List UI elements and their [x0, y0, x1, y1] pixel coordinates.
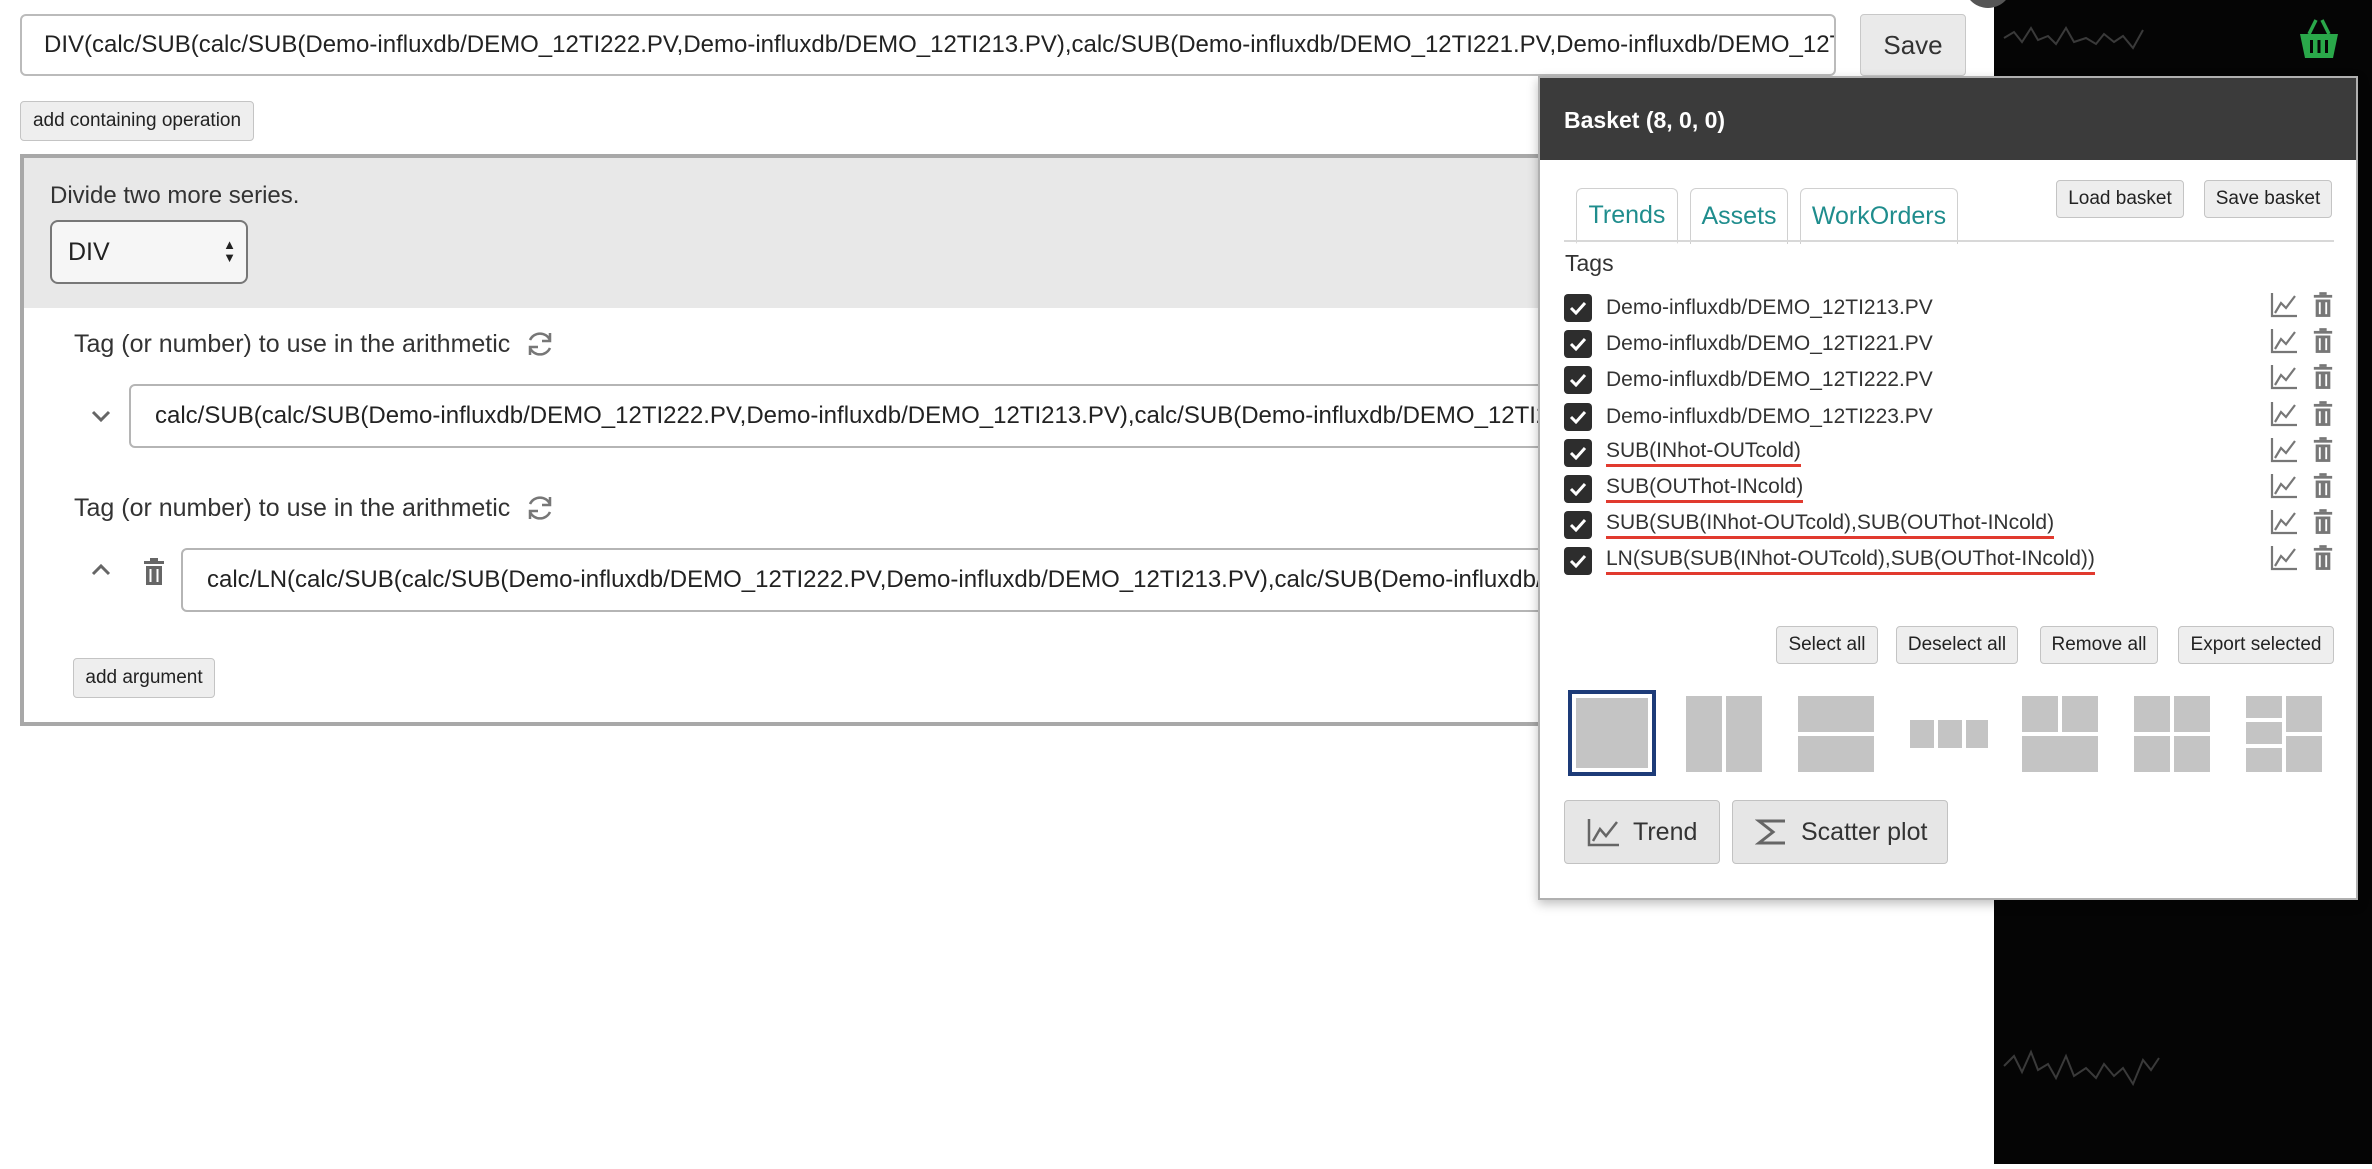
add-argument-button[interactable]: add argument — [73, 658, 215, 698]
trash-icon[interactable] — [2312, 545, 2334, 571]
trend-chart-icon[interactable] — [2270, 292, 2298, 318]
argument-1-label: Tag (or number) to use in the arithmetic — [74, 328, 556, 360]
layout-three-columns[interactable] — [1910, 690, 1998, 776]
operation-panel: Divide two more series. DIV ▲ ▼ Tag (or n… — [20, 154, 1620, 726]
trash-icon[interactable] — [2312, 473, 2334, 499]
operation-select-value: DIV — [68, 237, 110, 266]
deselect-all-button[interactable]: Deselect all — [1896, 626, 2018, 664]
layout-top-split-bottom-full[interactable] — [2022, 690, 2110, 776]
trend-chart-icon[interactable] — [2270, 545, 2298, 571]
trend-chart-icon[interactable] — [2270, 509, 2298, 535]
trash-icon[interactable] — [2312, 436, 2334, 463]
shopping-basket-icon — [2300, 19, 2338, 58]
tag-name: Demo-influxdb/DEMO_12TI222.PV — [1606, 368, 1933, 392]
operation-select[interactable]: DIV ▲ ▼ — [50, 220, 248, 284]
trash-icon[interactable] — [2312, 292, 2334, 318]
tag-checkbox[interactable] — [1564, 330, 1592, 359]
layout-single[interactable] — [1568, 690, 1656, 776]
scatter-plot-button[interactable]: Scatter plot — [1732, 800, 1948, 864]
remove-all-button[interactable]: Remove all — [2040, 626, 2158, 664]
basket-icon[interactable] — [2294, 14, 2344, 64]
refresh-icon[interactable] — [524, 492, 556, 524]
tag-checkbox[interactable] — [1564, 402, 1592, 431]
checkmark-icon — [1569, 301, 1587, 315]
argument-2-label: Tag (or number) to use in the arithmetic — [74, 492, 556, 524]
basket-header: Basket (8, 0, 0) — [1540, 78, 2356, 160]
tag-name: Demo-influxdb/DEMO_12TI223.PV — [1606, 404, 1933, 428]
select-all-button[interactable]: Select all — [1776, 626, 1878, 664]
expression-input[interactable]: DIV(calc/SUB(calc/SUB(Demo-influxdb/DEMO… — [20, 14, 1836, 76]
trash-icon[interactable] — [2312, 400, 2334, 427]
tag-checkbox[interactable] — [1564, 475, 1592, 503]
load-basket-button[interactable]: Load basket — [2056, 180, 2184, 218]
refresh-icon[interactable] — [524, 328, 556, 360]
operation-header: Divide two more series. DIV ▲ ▼ — [24, 158, 1616, 308]
trend-chart-icon — [1587, 819, 1619, 847]
select-arrows-icon: ▲ ▼ — [223, 237, 236, 265]
trash-icon[interactable] — [2312, 509, 2334, 535]
tab-assets[interactable]: Assets — [1690, 188, 1788, 244]
tag-name: LN(SUB(SUB(INhot-OUTcold),SUB(OUThot-INc… — [1606, 547, 2095, 576]
trend-chart-icon[interactable] — [2270, 364, 2298, 390]
trash-icon[interactable] — [2312, 364, 2334, 390]
layout-grid-2x2[interactable] — [2134, 690, 2222, 776]
scatter-plot-button-label: Scatter plot — [1801, 817, 1928, 846]
tabs-divider — [1564, 240, 2334, 242]
tag-row: Demo-influxdb/DEMO_12TI213.PV — [1564, 290, 2334, 326]
trend-chart-icon[interactable] — [2270, 401, 2298, 427]
tag-name: SUB(SUB(INhot-OUTcold),SUB(OUThot-INcold… — [1606, 511, 2055, 540]
layout-two-columns[interactable] — [1686, 690, 1774, 776]
checkmark-icon — [1569, 555, 1587, 569]
argument-1-label-text: Tag (or number) to use in the arithmetic — [74, 329, 511, 358]
add-containing-operation-button[interactable]: add containing operation — [20, 101, 254, 141]
trend-chart-icon[interactable] — [2270, 437, 2298, 463]
tag-name: SUB(INhot-OUTcold) — [1606, 439, 1801, 467]
tags-heading: Tags — [1565, 250, 1614, 276]
tag-checkbox[interactable] — [1564, 547, 1592, 576]
argument-1-input[interactable]: calc/SUB(calc/SUB(Demo-influxdb/DEMO_12T… — [129, 384, 1616, 448]
tag-name: Demo-influxdb/DEMO_12TI213.PV — [1606, 296, 1933, 319]
tag-checkbox[interactable] — [1564, 511, 1592, 540]
tag-checkbox[interactable] — [1564, 294, 1592, 322]
save-basket-button[interactable]: Save basket — [2204, 180, 2332, 218]
tag-row: LN(SUB(SUB(INhot-OUTcold),SUB(OUThot-INc… — [1564, 543, 2334, 579]
export-selected-button[interactable]: Export selected — [2178, 626, 2334, 664]
trend-button[interactable]: Trend — [1564, 800, 1720, 864]
chevron-down-icon[interactable] — [90, 408, 112, 424]
tag-row: SUB(SUB(INhot-OUTcold),SUB(OUThot-INcold… — [1564, 507, 2334, 543]
sigma-icon — [1755, 819, 1785, 845]
checkmark-icon — [1569, 519, 1587, 533]
tag-row: Demo-influxdb/DEMO_12TI221.PV — [1564, 326, 2334, 362]
tag-row: Demo-influxdb/DEMO_12TI222.PV — [1564, 362, 2334, 398]
tab-workorders[interactable]: WorkOrders — [1800, 188, 1958, 244]
tag-row: SUB(INhot-OUTcold) — [1564, 435, 2334, 471]
trend-chart-icon[interactable] — [2270, 473, 2298, 499]
tag-checkbox[interactable] — [1564, 438, 1592, 467]
argument-2-label-text: Tag (or number) to use in the arithmetic — [74, 493, 511, 522]
chevron-up-icon[interactable] — [90, 562, 112, 578]
layout-two-rows[interactable] — [1798, 690, 1886, 776]
layout-mixed[interactable] — [2246, 690, 2334, 776]
operation-description: Divide two more series. — [50, 182, 300, 209]
trash-icon[interactable] — [2312, 328, 2334, 354]
checkmark-icon — [1569, 410, 1587, 424]
checkmark-icon — [1569, 338, 1587, 352]
basket-title: Basket (8, 0, 0) — [1564, 107, 1726, 133]
tag-name: SUB(OUThot-INcold) — [1606, 475, 1804, 503]
tag-row: Demo-influxdb/DEMO_12TI223.PV — [1564, 399, 2334, 435]
tag-row: SUB(OUThot-INcold) — [1564, 471, 2334, 507]
tag-checkbox[interactable] — [1564, 366, 1592, 395]
save-button[interactable]: Save — [1860, 14, 1966, 76]
trend-chart-icon[interactable] — [2270, 328, 2298, 354]
tab-trends[interactable]: Trends — [1576, 188, 1678, 244]
tag-name: Demo-influxdb/DEMO_12TI221.PV — [1606, 332, 1933, 356]
basket-panel: Basket (8, 0, 0) Trends Assets WorkOrder… — [1538, 76, 2358, 900]
trend-button-label: Trend — [1633, 817, 1698, 846]
trash-icon[interactable] — [142, 558, 166, 586]
checkmark-icon — [1569, 374, 1587, 388]
checkmark-icon — [1569, 482, 1587, 496]
checkmark-icon — [1569, 446, 1587, 460]
argument-2-input[interactable]: calc/LN(calc/SUB(calc/SUB(Demo-influxdb/… — [181, 548, 1616, 612]
